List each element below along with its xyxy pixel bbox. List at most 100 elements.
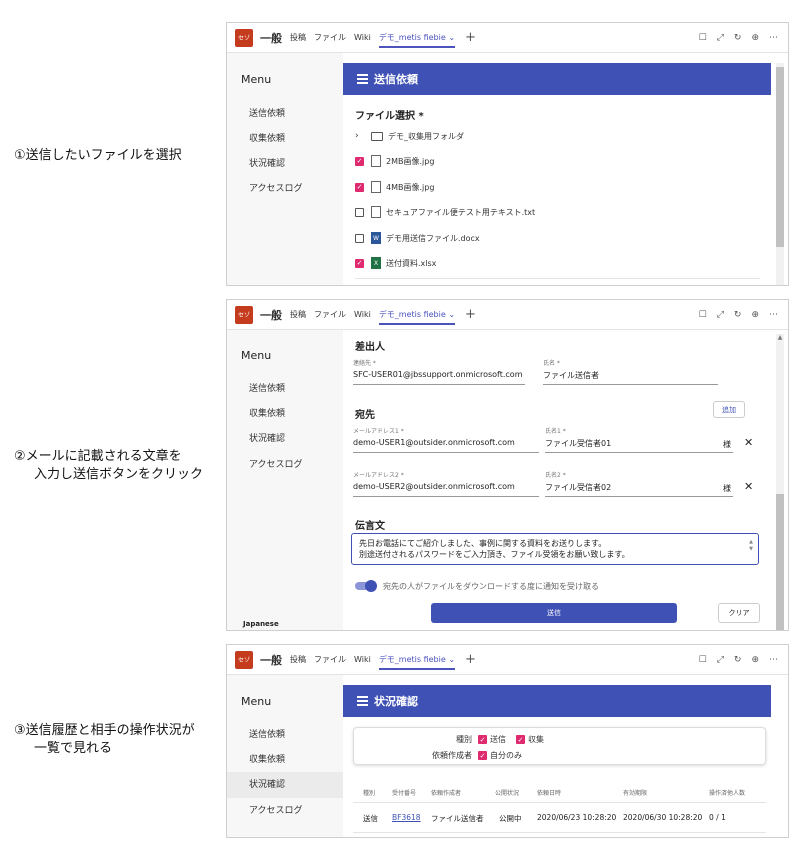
menu-item-access-log[interactable]: アクセスログ: [227, 452, 343, 478]
menu-item-collect-request[interactable]: 収集依頼: [227, 747, 343, 773]
send-button[interactable]: 送信: [431, 603, 677, 623]
more-icon[interactable]: ⋯: [769, 33, 778, 43]
page-header: 状況確認: [343, 685, 771, 717]
file-row[interactable]: ✓ 4MB画像.jpg: [355, 174, 760, 200]
chevron-right-icon[interactable]: ›: [355, 131, 365, 141]
add-tab-plus-icon[interactable]: +: [465, 307, 476, 322]
file-checkbox[interactable]: [355, 207, 364, 217]
more-icon[interactable]: ⋯: [769, 655, 778, 665]
menu-item-status[interactable]: 状況確認: [227, 772, 343, 798]
chat-icon[interactable]: ☐: [699, 310, 707, 320]
column-header[interactable]: 種別: [363, 788, 375, 797]
tab-posts[interactable]: 投稿: [290, 654, 306, 665]
file-checkbox[interactable]: ✓: [355, 182, 364, 192]
cell-receipt-link[interactable]: BF3618: [392, 813, 421, 822]
tab-files[interactable]: ファイル: [314, 654, 346, 665]
hamburger-icon[interactable]: [357, 72, 368, 86]
column-header[interactable]: 公開状況: [495, 788, 519, 797]
file-checkbox[interactable]: ✓: [355, 258, 364, 268]
chevron-down-icon: ⌄: [448, 33, 456, 42]
file-row[interactable]: W デモ用送信ファイル.docx: [355, 225, 760, 251]
hamburger-icon[interactable]: [357, 694, 368, 708]
message-line: 別途送付されるパスワードをご入力頂き、ファイル受領をお願い致します。: [359, 550, 630, 559]
column-header[interactable]: 有効期限: [623, 788, 647, 797]
column-header[interactable]: 依頼日時: [537, 788, 561, 797]
excel-file-icon: X: [371, 257, 381, 269]
recipient-name-field[interactable]: ファイル受信者02: [545, 482, 733, 497]
message-textarea[interactable]: 先日お電話にてご紹介しました、事例に関する資料をお送りします。 別途送付されるパ…: [351, 533, 759, 565]
folder-row[interactable]: › デモ_収集用フォルダ: [355, 123, 760, 149]
chat-icon[interactable]: ☐: [699, 33, 707, 43]
file-row[interactable]: ✓ 2MB画像.jpg: [355, 148, 760, 174]
more-icon[interactable]: ⋯: [769, 310, 778, 320]
globe-icon[interactable]: ⊕: [751, 310, 759, 320]
file-checkbox[interactable]: ✓: [355, 156, 364, 166]
teams-tab-bar: セゾ 一般 投稿 ファイル Wiki デモ_metis fiebie ⌄ + ☐…: [227, 300, 788, 330]
file-row[interactable]: ✓ X 送付資料.xlsx: [355, 250, 760, 276]
spinner-icon[interactable]: ▲ ▼: [749, 539, 753, 553]
menu-item-collect-request[interactable]: 収集依頼: [227, 126, 343, 152]
honorific-suffix: 様: [723, 440, 731, 449]
menu-item-send-request[interactable]: 送信依頼: [227, 722, 343, 748]
sender-title: 差出人: [355, 342, 385, 353]
expand-icon[interactable]: ⤢: [717, 33, 724, 43]
column-header[interactable]: 操作済他人数: [709, 788, 745, 797]
side-menu: Menu 送信依頼 収集依頼 状況確認 アクセスログ: [227, 53, 343, 285]
clear-button[interactable]: クリア: [718, 603, 760, 623]
tab-wiki[interactable]: Wiki: [354, 655, 371, 664]
type-send-checkbox[interactable]: ✓: [478, 735, 487, 744]
cell-requested: 2020/06/23 10:28:20: [537, 813, 617, 822]
menu-item-send-request[interactable]: 送信依頼: [227, 101, 343, 127]
tab-metis-fiebie[interactable]: デモ_metis fiebie ⌄: [378, 27, 456, 48]
column-header[interactable]: 受付番号: [392, 788, 416, 797]
page-title: 送信依頼: [374, 73, 418, 86]
add-recipient-button[interactable]: 追加: [713, 401, 745, 418]
divider: [353, 802, 766, 803]
menu-item-access-log[interactable]: アクセスログ: [227, 798, 343, 824]
refresh-icon[interactable]: ↻: [734, 310, 742, 320]
refresh-icon[interactable]: ↻: [734, 655, 742, 665]
globe-icon[interactable]: ⊕: [751, 655, 759, 665]
tab-posts[interactable]: 投稿: [290, 32, 306, 43]
globe-icon[interactable]: ⊕: [751, 33, 759, 43]
scrollbar[interactable]: [776, 63, 784, 285]
refresh-icon[interactable]: ↻: [734, 33, 742, 43]
tab-wiki[interactable]: Wiki: [354, 33, 371, 42]
sender-name-field[interactable]: ファイル送信者: [543, 370, 718, 385]
type-collect-checkbox[interactable]: ✓: [516, 735, 525, 744]
menu-item-access-log[interactable]: アクセスログ: [227, 176, 343, 202]
recipient-name-field[interactable]: ファイル受信者01: [545, 438, 733, 453]
column-header[interactable]: 依頼作成者: [431, 788, 461, 797]
email-field[interactable]: demo-USER1@outsider.onmicrosoft.com: [353, 438, 539, 453]
add-tab-plus-icon[interactable]: +: [465, 30, 476, 45]
expand-icon[interactable]: ⤢: [717, 655, 724, 665]
tab-files[interactable]: ファイル: [314, 309, 346, 320]
tab-files[interactable]: ファイル: [314, 32, 346, 43]
menu-item-collect-request[interactable]: 収集依頼: [227, 401, 343, 427]
close-icon[interactable]: ✕: [744, 436, 753, 449]
menu-item-send-request[interactable]: 送信依頼: [227, 376, 343, 402]
tab-posts[interactable]: 投稿: [290, 309, 306, 320]
email-label: メールアドレス2 *: [353, 472, 404, 479]
add-tab-plus-icon[interactable]: +: [465, 652, 476, 667]
scrollbar[interactable]: ▲: [776, 334, 784, 630]
contact-field[interactable]: SFC-USER01@jbssupport.onmicrosoft.com: [353, 370, 525, 385]
file-name: セキュアファイル便テスト用テキスト.txt: [386, 207, 536, 217]
folder-name: デモ_収集用フォルダ: [388, 131, 464, 141]
file-row[interactable]: セキュアファイル便テスト用テキスト.txt: [355, 199, 760, 225]
menu-item-status[interactable]: 状況確認: [227, 151, 343, 177]
close-icon[interactable]: ✕: [744, 480, 753, 493]
email-field[interactable]: demo-USER2@outsider.onmicrosoft.com: [353, 482, 539, 497]
notify-toggle[interactable]: [355, 580, 377, 592]
notify-toggle-label: 宛先の人がファイルをダウンロードする度に通知を受け取る: [383, 582, 599, 591]
expand-icon[interactable]: ⤢: [717, 310, 724, 320]
tab-metis-fiebie[interactable]: デモ_metis fiebie ⌄: [378, 649, 456, 670]
chat-icon[interactable]: ☐: [699, 655, 707, 665]
tab-metis-fiebie[interactable]: デモ_metis fiebie ⌄: [378, 304, 456, 325]
menu-item-status[interactable]: 状況確認: [227, 426, 343, 452]
tab-bar-actions: ☐ ⤢ ↻ ⊕ ⋯: [699, 23, 778, 53]
file-checkbox[interactable]: [355, 233, 364, 243]
tab-wiki[interactable]: Wiki: [354, 310, 371, 319]
creator-mine-checkbox[interactable]: ✓: [478, 751, 487, 760]
language-label[interactable]: Japanese: [243, 620, 279, 628]
